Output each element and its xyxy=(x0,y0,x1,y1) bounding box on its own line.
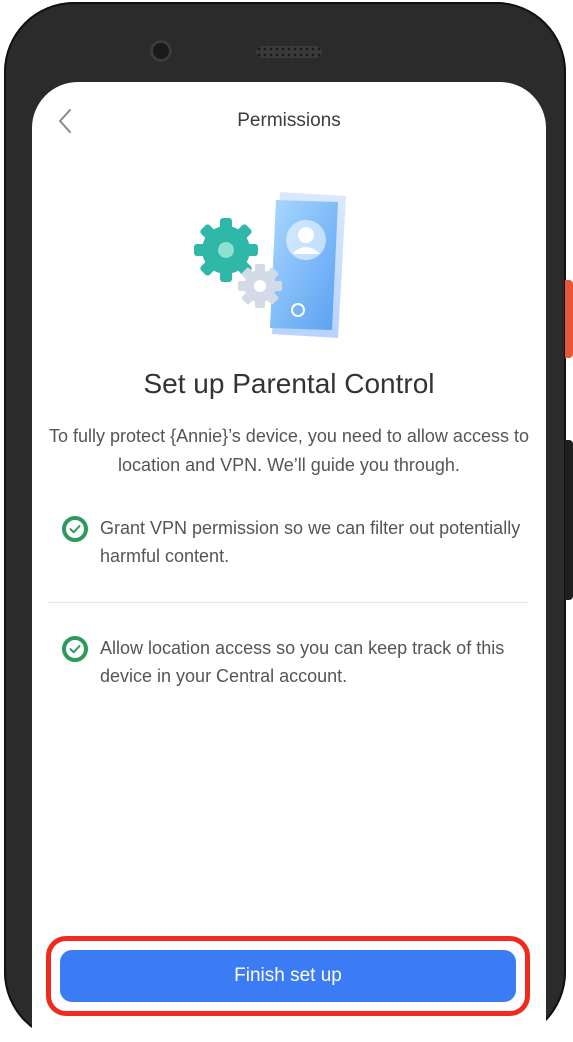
permission-item-location: Allow location access so you can keep tr… xyxy=(62,634,522,690)
check-circle-icon xyxy=(62,516,88,542)
app-screen: Permissions Set up Parental Control To f… xyxy=(32,82,546,1042)
permission-text: Allow location access so you can keep tr… xyxy=(100,638,505,686)
setup-description: To fully protect {Annie}’s device, you n… xyxy=(49,426,529,475)
divider xyxy=(48,602,528,603)
setup-heading: Set up Parental Control xyxy=(143,368,435,399)
side-button xyxy=(565,280,573,358)
check-circle-icon xyxy=(62,636,88,662)
phone-with-gears-illustration xyxy=(194,192,346,338)
permission-item-vpn: Grant VPN permission so we can filter ou… xyxy=(62,514,522,570)
side-button xyxy=(565,440,573,600)
device-frame: Permissions Set up Parental Control To f… xyxy=(4,2,566,1042)
permission-text: Grant VPN permission so we can filter ou… xyxy=(100,518,521,566)
speaker-grille xyxy=(256,46,322,58)
finish-setup-button[interactable]: Finish set up xyxy=(60,950,516,1002)
page-title: Permissions xyxy=(237,110,341,131)
camera-lens-icon xyxy=(150,40,172,62)
